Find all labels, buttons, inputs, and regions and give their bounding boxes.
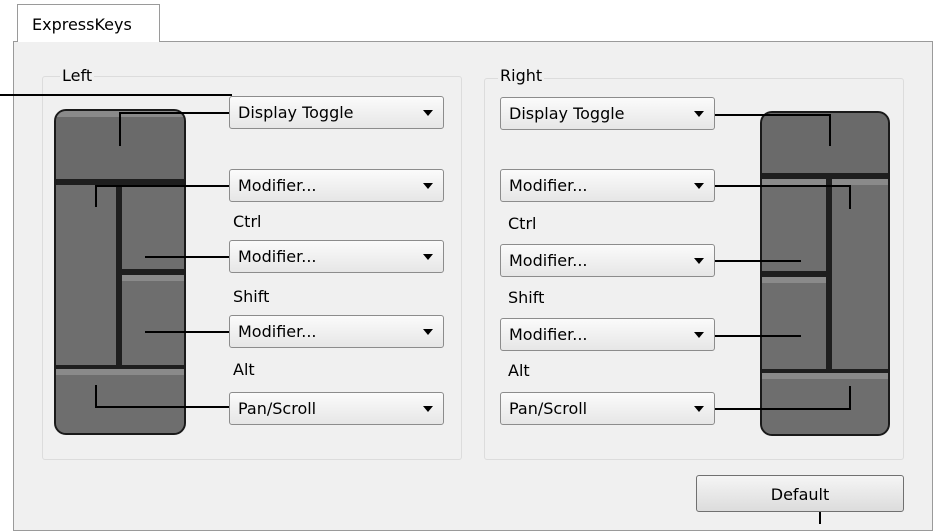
tab-expresskeys-label: ExpressKeys: [32, 15, 132, 34]
chevron-down-icon: [423, 406, 433, 412]
right-key5-value: Pan/Scroll: [509, 399, 588, 418]
left-connector-line: [95, 185, 229, 187]
left-key-shift-highlight: [122, 275, 184, 281]
right-connector-line: [715, 114, 830, 116]
right-connector-line: [849, 185, 851, 209]
left-expresskeys-pad: [54, 109, 186, 435]
right-expresskeys-pad: [760, 111, 890, 436]
left-key-large: [56, 185, 116, 365]
default-button[interactable]: Default: [696, 475, 904, 512]
left-key3-value: Modifier...: [238, 247, 317, 266]
right-key4-value: Modifier...: [509, 325, 588, 344]
left-key2-dropdown[interactable]: Modifier...: [229, 169, 444, 202]
left-key4-label: Alt: [233, 360, 255, 379]
right-key-top: [762, 113, 888, 173]
right-key4-dropdown[interactable]: Modifier...: [500, 318, 715, 351]
callout-line: [0, 94, 232, 96]
chevron-down-icon: [694, 332, 704, 338]
chevron-down-icon: [423, 254, 433, 260]
left-key1-dropdown[interactable]: Display Toggle: [229, 96, 444, 129]
right-connector-line: [715, 185, 851, 187]
left-connector-line: [119, 112, 121, 146]
left-key2-value: Modifier...: [238, 176, 317, 195]
right-key4-label: Alt: [508, 361, 530, 380]
left-key5-dropdown[interactable]: Pan/Scroll: [229, 392, 444, 425]
left-key5-value: Pan/Scroll: [238, 399, 317, 418]
callout-line: [819, 512, 821, 524]
left-connector-line: [145, 256, 229, 258]
right-connector-line: [715, 408, 851, 410]
left-key2-label: Ctrl: [233, 212, 262, 231]
right-key1-dropdown[interactable]: Display Toggle: [500, 97, 715, 130]
right-key2-value: Modifier...: [509, 176, 588, 195]
left-connector-line: [119, 112, 229, 114]
chevron-down-icon: [423, 183, 433, 189]
chevron-down-icon: [694, 111, 704, 117]
chevron-down-icon: [423, 110, 433, 116]
left-connector-line: [95, 385, 97, 408]
right-key5-dropdown[interactable]: Pan/Scroll: [500, 392, 715, 425]
left-key-bottom: [56, 369, 184, 433]
right-key3-value: Modifier...: [509, 251, 588, 270]
right-key3-label: Shift: [508, 288, 545, 307]
right-key-shift: [762, 277, 826, 369]
tab-expresskeys[interactable]: ExpressKeys: [17, 4, 160, 42]
right-connector-line: [715, 335, 801, 337]
left-key-bottom-highlight: [56, 369, 184, 375]
left-key4-value: Modifier...: [238, 322, 317, 341]
right-key2-label: Ctrl: [508, 214, 537, 233]
chevron-down-icon: [694, 183, 704, 189]
left-key3-label: Shift: [233, 287, 270, 306]
left-connector-line: [95, 406, 229, 408]
left-group-label: Left: [60, 66, 95, 85]
right-key-bottom: [762, 373, 888, 434]
right-connector-line: [829, 114, 831, 146]
chevron-down-icon: [423, 329, 433, 335]
left-key-shift: [122, 275, 184, 365]
right-key-large: [832, 185, 888, 369]
right-connector-line: [849, 386, 851, 410]
left-connector-line: [95, 185, 97, 207]
right-connector-line: [715, 260, 801, 262]
right-key-shift-highlight: [762, 277, 826, 283]
right-key1-value: Display Toggle: [509, 104, 625, 123]
chevron-down-icon: [694, 258, 704, 264]
left-connector-line: [145, 331, 229, 333]
right-key-bottom-highlight: [762, 373, 888, 379]
left-key3-dropdown[interactable]: Modifier...: [229, 240, 444, 273]
left-key1-value: Display Toggle: [238, 103, 354, 122]
default-button-label: Default: [770, 485, 830, 504]
right-group-label: Right: [498, 66, 545, 85]
right-key3-dropdown[interactable]: Modifier...: [500, 244, 715, 277]
right-key-ctrl: [762, 185, 826, 271]
left-key4-dropdown[interactable]: Modifier...: [229, 315, 444, 348]
right-key2-dropdown[interactable]: Modifier...: [500, 169, 715, 202]
chevron-down-icon: [694, 406, 704, 412]
